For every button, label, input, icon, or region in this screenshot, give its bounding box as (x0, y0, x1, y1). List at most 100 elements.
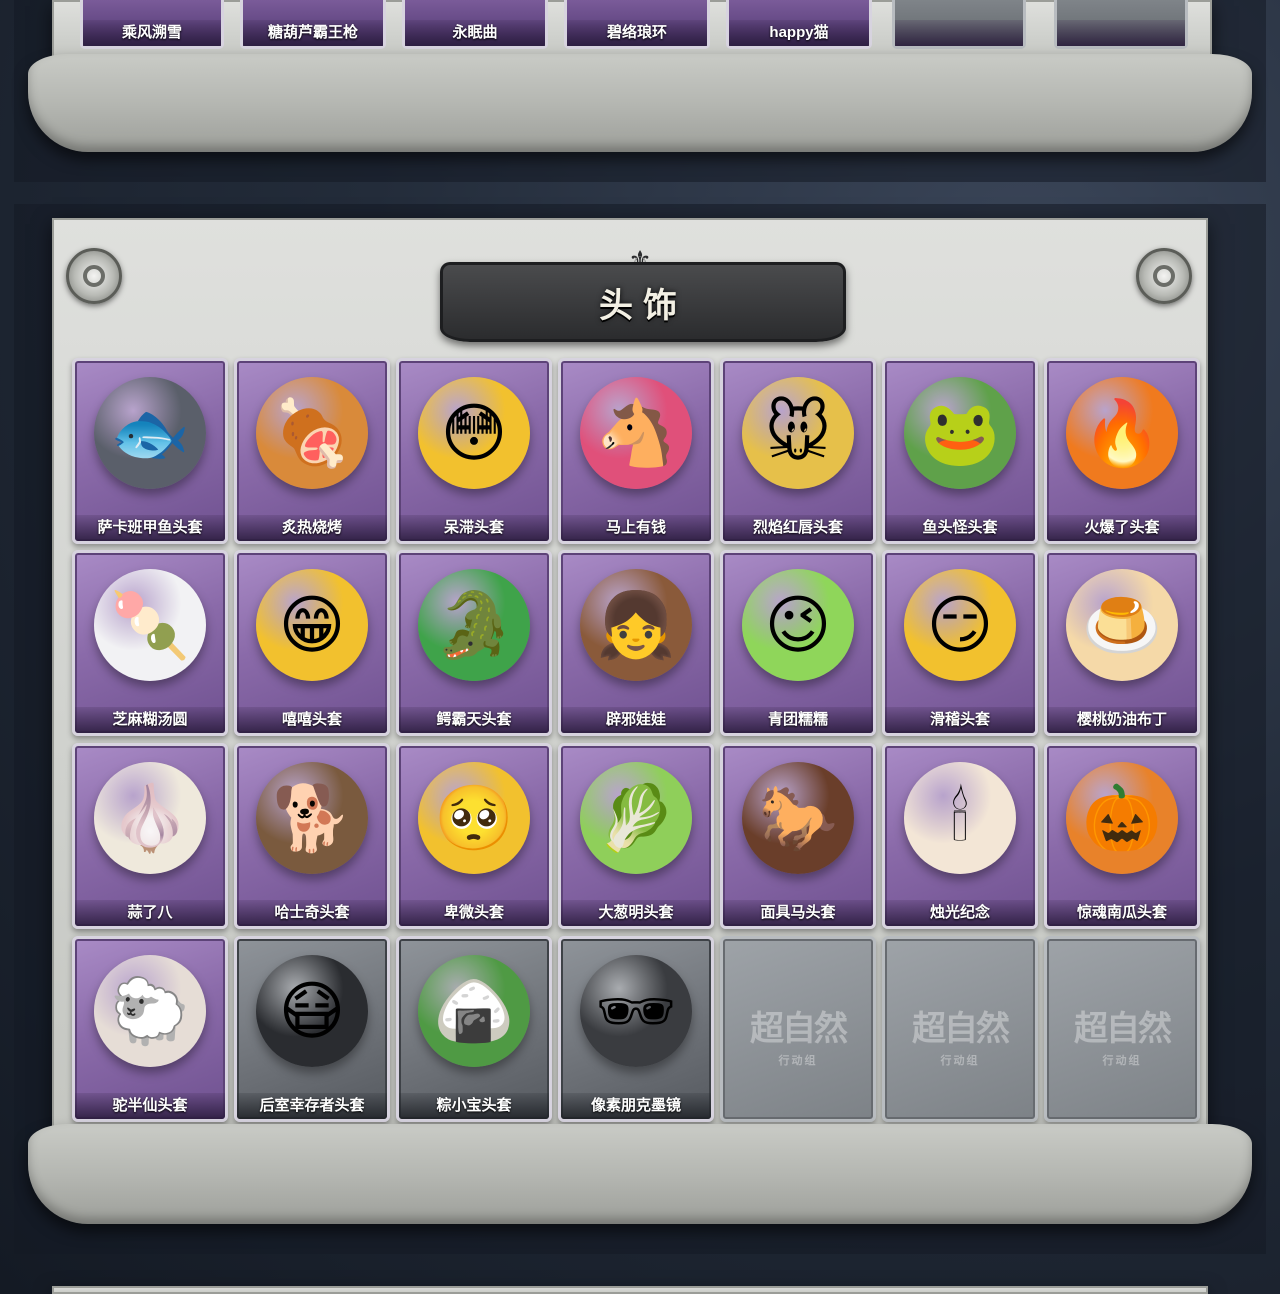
top-item-6[interactable] (1054, 0, 1188, 49)
headwear-card-label: 青团糯糯 (723, 707, 873, 733)
headwear-card-label: 鳄霸天头套 (399, 707, 549, 733)
garlic-icon: 🧄 (94, 762, 206, 874)
headwear-card[interactable]: 😷 后室幸存者头套 (234, 936, 390, 1122)
top-item-label: 碧络琅环 (567, 20, 707, 46)
headwear-card[interactable]: 🥺 卑微头套 (396, 743, 552, 929)
pudding-icon: 🍮 (1066, 569, 1178, 681)
headwear-card-label: 嘻嘻头套 (237, 707, 387, 733)
top-item-label: 乘风溯雪 (83, 20, 221, 46)
next-section-parchment (52, 1286, 1208, 1294)
pixel-sunglasses-icon: 🕶 (580, 955, 692, 1067)
green-dumpling-icon: 😉 (742, 569, 854, 681)
headwear-card[interactable]: 😏 滑稽头套 (882, 550, 1038, 736)
section-title-banner: 头饰 (440, 262, 846, 342)
top-item-2[interactable]: 永眠曲 (402, 0, 548, 49)
headwear-card-label: 哈士奇头套 (237, 900, 387, 926)
headwear-card[interactable]: 🐊 鳄霸天头套 (396, 550, 552, 736)
headwear-card-label: 辟邪娃娃 (561, 707, 711, 733)
headwear-card-label: 像素朋克墨镜 (561, 1093, 711, 1119)
headwear-card[interactable]: 🧄 蒜了八 (72, 743, 228, 929)
alpaca-icon: 🐑 (94, 955, 206, 1067)
grin-face-icon: 😁 (256, 569, 368, 681)
headwear-card[interactable]: 🎃 惊魂南瓜头套 (1044, 743, 1200, 929)
bottom-scroll-roll (28, 1124, 1252, 1224)
stunned-face-icon: 😳 (418, 377, 530, 489)
green-fish-icon: 🐸 (904, 377, 1016, 489)
top-scroll-roll (28, 54, 1252, 152)
headwear-card-label: 芝麻糊汤圆 (75, 707, 225, 733)
fish-head-icon: 🐟 (94, 377, 206, 489)
headwear-card[interactable]: 😉 青团糯糯 (720, 550, 876, 736)
headwear-card[interactable]: 🍮 樱桃奶油布丁 (1044, 550, 1200, 736)
headwear-card-label: 后室幸存者头套 (237, 1093, 387, 1119)
headwear-card[interactable]: 😁 嘻嘻头套 (234, 550, 390, 736)
headwear-card-label: 滑稽头套 (885, 707, 1035, 733)
headwear-card-label: 鱼头怪头套 (885, 515, 1035, 541)
candle-icon: 🕯 (904, 762, 1016, 874)
headwear-card[interactable]: 🕶 像素朋克墨镜 (558, 936, 714, 1122)
top-item-label (1057, 20, 1185, 46)
top-item-0[interactable]: 乘风溯雪 (80, 0, 224, 49)
empty-slot-watermark: 超自然 行动组 (1047, 1001, 1197, 1068)
top-item-label: 永眠曲 (405, 20, 545, 46)
gas-mask-icon: 😷 (256, 955, 368, 1067)
headwear-card[interactable]: 😳 呆滞头套 (396, 358, 552, 544)
headwear-card-label: 呆滞头套 (399, 515, 549, 541)
headwear-card[interactable]: 🐟 萨卡班甲鱼头套 (72, 358, 228, 544)
bbq-meat-icon: 🍖 (256, 377, 368, 489)
fireball-icon: 🔥 (1066, 377, 1178, 489)
headwear-card[interactable]: 🐴 马上有钱 (558, 358, 714, 544)
top-item-1[interactable]: 糖葫芦霸王枪 (240, 0, 386, 49)
scallion-icon: 🥬 (580, 762, 692, 874)
headwear-card-label: 大葱明头套 (561, 900, 711, 926)
rice-ball-icon: 🍡 (94, 569, 206, 681)
watermark-subtitle: 行动组 (940, 1054, 980, 1067)
empty-slot-card: 超自然 行动组 (720, 936, 876, 1122)
corner-medallion-left (66, 248, 122, 304)
headwear-card[interactable]: 🐸 鱼头怪头套 (882, 358, 1038, 544)
watermark-title: 超自然 (912, 1009, 1010, 1049)
headwear-card[interactable]: 🐑 驼半仙头套 (72, 936, 228, 1122)
pumpkin-icon: 🎃 (1066, 762, 1178, 874)
top-item-3[interactable]: 碧络琅环 (564, 0, 710, 49)
empty-slot-watermark: 超自然 行动组 (723, 1001, 873, 1068)
headwear-card-label: 炙热烧烤 (237, 515, 387, 541)
headwear-card[interactable]: 🥬 大葱明头套 (558, 743, 714, 929)
headwear-card[interactable]: 🐕 哈士奇头套 (234, 743, 390, 929)
doll-head-icon: 👧 (580, 569, 692, 681)
empty-slot-card: 超自然 行动组 (1044, 936, 1200, 1122)
empty-slot-card: 超自然 行动组 (882, 936, 1038, 1122)
pink-horse-icon: 🐴 (580, 377, 692, 489)
headwear-card-label: 萨卡班甲鱼头套 (75, 515, 225, 541)
headwear-card-label: 面具马头套 (723, 900, 873, 926)
headwear-card-label: 驼半仙头套 (75, 1093, 225, 1119)
headwear-card[interactable]: 🔥 火爆了头套 (1044, 358, 1200, 544)
section-title: 头饰 (599, 286, 687, 325)
headwear-card[interactable]: 🐎 面具马头套 (720, 743, 876, 929)
headwear-card[interactable]: 🐭 烈焰红唇头套 (720, 358, 876, 544)
watermark-subtitle: 行动组 (778, 1054, 818, 1067)
headwear-card-label: 粽小宝头套 (399, 1093, 549, 1119)
headwear-card-label: 马上有钱 (561, 515, 711, 541)
headwear-card[interactable]: 🍖 炙热烧烤 (234, 358, 390, 544)
headwear-card[interactable]: 🍙 粽小宝头套 (396, 936, 552, 1122)
headwear-card-label: 卑微头套 (399, 900, 549, 926)
headwear-card-label: 火爆了头套 (1047, 515, 1197, 541)
headwear-card[interactable]: 👧 辟邪娃娃 (558, 550, 714, 736)
top-item-5[interactable] (892, 0, 1026, 49)
headwear-card-label: 樱桃奶油布丁 (1047, 707, 1197, 733)
headwear-card[interactable]: 🍡 芝麻糊汤圆 (72, 550, 228, 736)
crocodile-icon: 🐊 (418, 569, 530, 681)
top-item-4[interactable]: happy猫 (726, 0, 872, 49)
headwear-card-label: 烛光纪念 (885, 900, 1035, 926)
top-item-label (895, 20, 1023, 46)
headwear-card[interactable]: 🕯 烛光纪念 (882, 743, 1038, 929)
watermark-title: 超自然 (750, 1009, 848, 1049)
headwear-card-label: 烈焰红唇头套 (723, 515, 873, 541)
top-item-label: happy猫 (729, 20, 869, 46)
sad-face-icon: 🥺 (418, 762, 530, 874)
headwear-card-label: 惊魂南瓜头套 (1047, 900, 1197, 926)
headwear-card-label: 蒜了八 (75, 900, 225, 926)
horse-mask-icon: 🐎 (742, 762, 854, 874)
zongzi-icon: 🍙 (418, 955, 530, 1067)
